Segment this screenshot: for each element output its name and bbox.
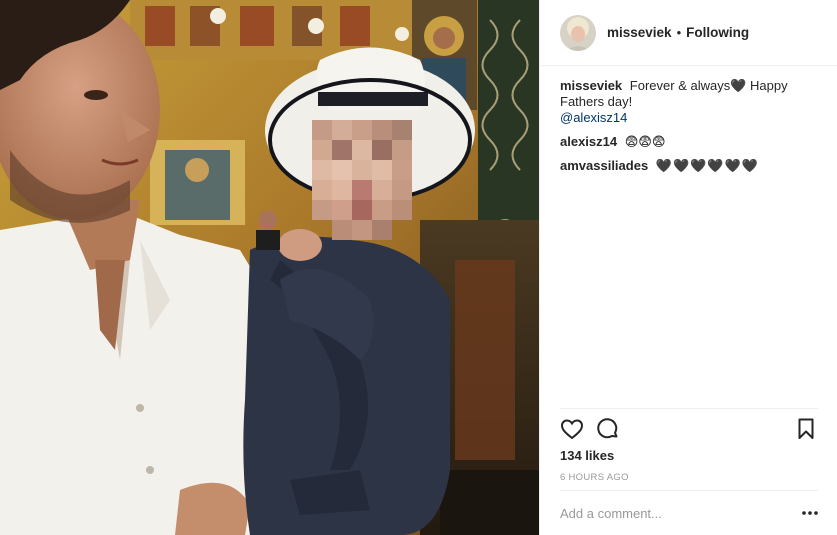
post-timestamp[interactable]: 6 HOURS AGO bbox=[560, 472, 629, 483]
comment-text: 🖤🖤🖤🖤🖤🖤 bbox=[655, 158, 759, 173]
heart-outline-icon[interactable] bbox=[560, 417, 584, 441]
likes-count[interactable]: 134 likes bbox=[560, 448, 614, 463]
comment-text: 😨😨😨 bbox=[624, 134, 666, 149]
bookmark-icon[interactable] bbox=[794, 417, 818, 441]
comment-username[interactable]: misseviek bbox=[560, 78, 622, 93]
action-bar bbox=[560, 417, 818, 443]
following-button[interactable]: Following bbox=[686, 25, 749, 40]
comment-item: alexisz14 😨😨😨 bbox=[560, 134, 822, 150]
instagram-post: misseviek • Following misseviek Forever … bbox=[0, 0, 837, 535]
comment-divider bbox=[560, 490, 818, 491]
post-sidebar: misseviek • Following misseviek Forever … bbox=[539, 0, 837, 535]
comments-list: misseviek Forever & always🖤 Happy Father… bbox=[560, 78, 822, 182]
actions-divider bbox=[560, 408, 818, 409]
ellipsis-icon[interactable] bbox=[800, 506, 820, 520]
comment-item: amvassiliades 🖤🖤🖤🖤🖤🖤 bbox=[560, 158, 822, 174]
post-header: misseviek • Following bbox=[540, 0, 837, 66]
avatar[interactable] bbox=[560, 14, 596, 51]
comment-username[interactable]: amvassiliades bbox=[560, 158, 648, 173]
comment-username[interactable]: alexisz14 bbox=[560, 134, 617, 149]
post-photo[interactable] bbox=[0, 0, 539, 535]
caption-comment: misseviek Forever & always🖤 Happy Father… bbox=[560, 78, 822, 126]
header-username[interactable]: misseviek bbox=[607, 25, 672, 40]
speech-bubble-icon[interactable] bbox=[596, 417, 620, 441]
mention-link[interactable]: @alexisz14 bbox=[560, 110, 822, 126]
add-comment-input[interactable] bbox=[560, 503, 780, 523]
photo-illustration bbox=[0, 0, 539, 535]
header-separator: • bbox=[676, 25, 682, 40]
